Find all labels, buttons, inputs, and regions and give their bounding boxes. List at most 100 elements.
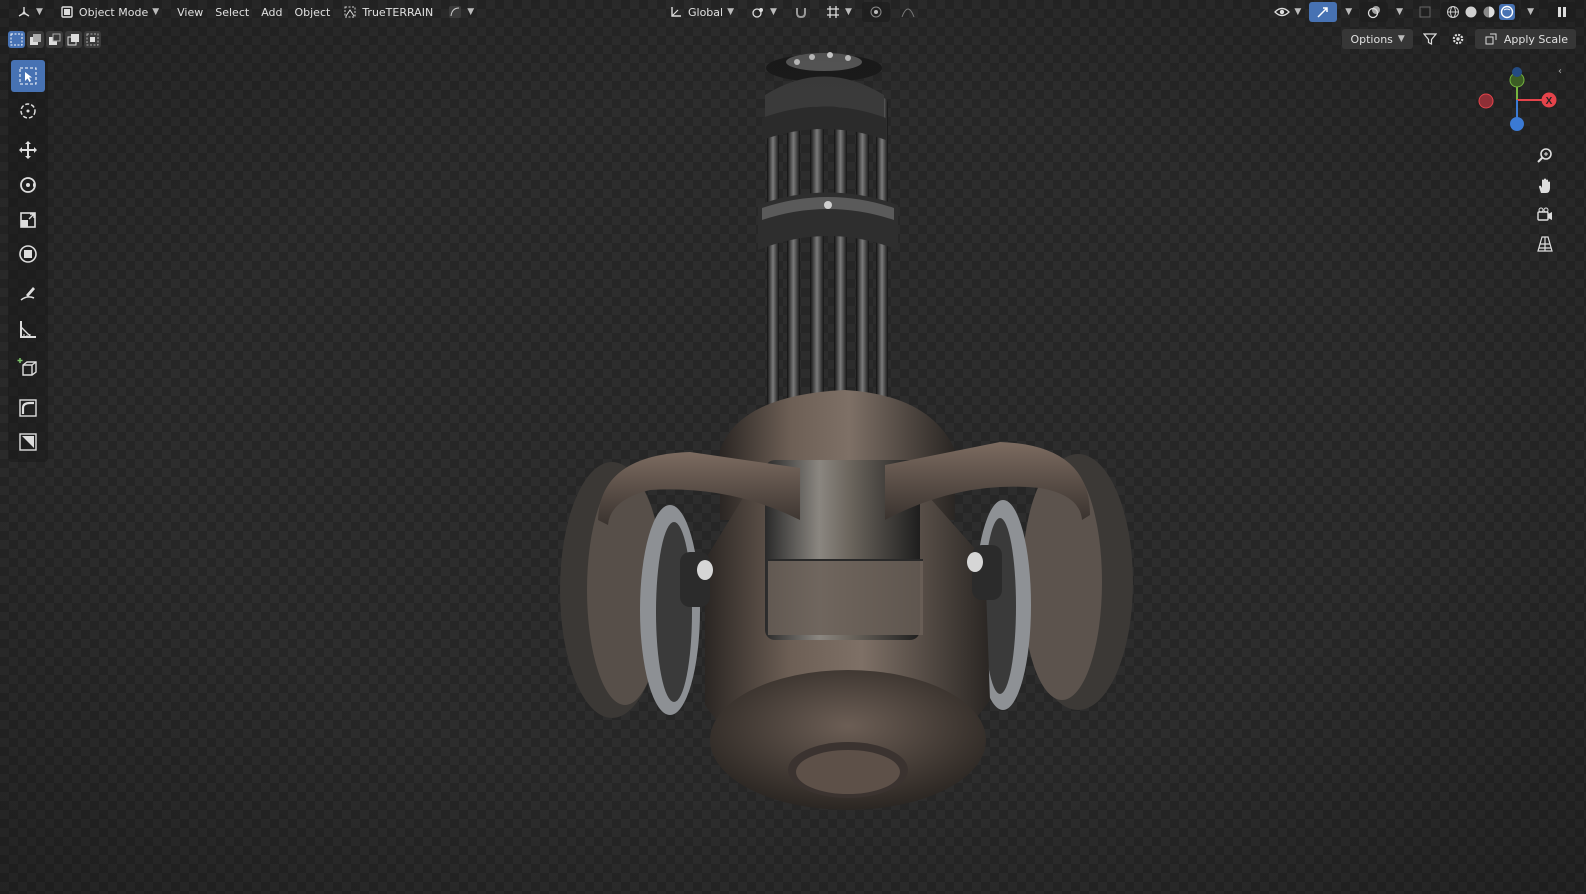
mode-selector[interactable]: Object Mode ▼ xyxy=(53,2,165,22)
orientation-global-icon xyxy=(668,4,684,20)
terrain-addon-icon xyxy=(342,4,358,20)
chevron-down-icon: ▼ xyxy=(727,7,735,17)
apply-scale-label: Apply Scale xyxy=(1503,32,1568,46)
scale-tool[interactable] xyxy=(11,204,45,236)
magnet-icon xyxy=(793,4,809,20)
falloff-curve-icon xyxy=(900,4,916,20)
mode-label: Object Mode xyxy=(78,5,149,19)
select-new-icon[interactable] xyxy=(8,30,25,48)
snap-toggle[interactable] xyxy=(787,2,815,22)
apply-scale-button[interactable]: Apply Scale xyxy=(1474,29,1576,49)
snap-grid-icon xyxy=(825,4,841,20)
sidebar-toggle-icon[interactable]: ‹ xyxy=(1558,66,1562,77)
annotate-tool[interactable] xyxy=(11,278,45,310)
apply-scale-icon xyxy=(1483,31,1499,47)
move-icon xyxy=(19,141,37,159)
chevron-down-icon: ▼ xyxy=(1397,34,1405,44)
extra-tool[interactable] xyxy=(11,426,45,458)
transform-icon xyxy=(19,245,37,263)
gizmo-toggle-icon xyxy=(1315,4,1331,20)
annotate-icon xyxy=(20,287,35,301)
snap-target-selector[interactable]: ▼ xyxy=(819,2,858,22)
menu-add[interactable]: Add xyxy=(255,2,288,22)
terrain-options-dropdown[interactable]: ▼ xyxy=(441,2,480,22)
menu-view[interactable]: View xyxy=(171,2,209,22)
zoom-icon xyxy=(1537,148,1552,163)
select-box-icon xyxy=(19,67,37,85)
chevron-down-icon: ▼ xyxy=(1294,7,1302,17)
chevron-down-icon: ▼ xyxy=(844,7,852,17)
shear-tool[interactable] xyxy=(11,392,45,424)
move-tool[interactable] xyxy=(11,134,45,166)
menu-object[interactable]: Object xyxy=(288,2,336,22)
select-intersect-icon[interactable] xyxy=(84,30,101,48)
minigun-model[interactable] xyxy=(0,0,1586,894)
pause-icon xyxy=(1554,4,1570,20)
trueterrain-button[interactable]: TrueTERRAIN xyxy=(336,2,439,22)
select-extend-icon[interactable] xyxy=(27,30,44,48)
tool-shelf xyxy=(8,58,48,462)
extra-tool-icon xyxy=(19,433,37,451)
cursor-tool[interactable] xyxy=(11,95,45,127)
chevron-down-icon: ▼ xyxy=(152,7,160,17)
solid-shading-icon[interactable] xyxy=(1463,4,1479,20)
add-cube-tool[interactable] xyxy=(11,352,45,384)
visibility-dropdown[interactable]: ▼ xyxy=(1268,2,1307,22)
options-dropdown[interactable]: Options ▼ xyxy=(1342,29,1413,49)
measure-icon xyxy=(20,321,36,338)
visibility-icon xyxy=(1274,4,1291,20)
add-cube-icon xyxy=(17,358,37,376)
gizmo-toggle[interactable] xyxy=(1309,2,1338,22)
orientation-label: Global xyxy=(688,5,724,19)
select-invert-icon[interactable] xyxy=(65,30,82,48)
rotate-tool[interactable] xyxy=(11,169,45,201)
pivot-icon xyxy=(750,4,766,20)
editor-type-selector[interactable]: ▼ xyxy=(10,2,49,22)
overlay-dropdown[interactable]: ▼ xyxy=(1390,2,1409,22)
view3d-editor-icon xyxy=(16,4,32,20)
shading-mode-group xyxy=(1441,2,1520,22)
header-row-right: Options ▼ Apply Scale xyxy=(1342,28,1576,50)
chevron-down-icon: ▼ xyxy=(467,7,475,17)
transform-orientation-selector[interactable]: Global ▼ xyxy=(662,2,740,22)
rotate-icon xyxy=(20,177,36,193)
selection-mode-group xyxy=(8,29,101,49)
measure-tool[interactable] xyxy=(11,313,45,345)
transform-tool[interactable] xyxy=(11,238,45,270)
x-axis-label: X xyxy=(1546,96,1553,107)
select-subtract-icon[interactable] xyxy=(46,30,63,48)
zoom-button[interactable] xyxy=(1532,143,1558,169)
camera-view-button[interactable] xyxy=(1532,202,1558,228)
menu-select[interactable]: Select xyxy=(209,2,255,22)
rendered-shading-icon[interactable] xyxy=(1499,4,1516,20)
gear-icon[interactable] xyxy=(1447,29,1469,49)
object-mode-icon xyxy=(59,4,75,20)
chevron-down-icon: ▼ xyxy=(1396,7,1404,17)
scale-icon xyxy=(20,212,36,228)
negative-z-axis-handle xyxy=(1512,67,1522,77)
negative-x-axis-handle xyxy=(1478,93,1494,109)
chevron-down-icon: ▼ xyxy=(36,7,43,17)
gizmo-dropdown[interactable]: ▼ xyxy=(1339,2,1358,22)
overlay-toggle[interactable] xyxy=(1360,2,1389,22)
camera-icon xyxy=(1537,207,1552,221)
perspective-toggle-button[interactable] xyxy=(1532,231,1558,257)
xray-toggle[interactable] xyxy=(1411,2,1439,22)
pause-render-button[interactable] xyxy=(1548,2,1576,22)
hand-icon xyxy=(1539,178,1550,193)
wireframe-shading-icon[interactable] xyxy=(1445,4,1461,20)
chevron-down-icon: ▼ xyxy=(1345,7,1353,17)
select-box-tool[interactable] xyxy=(11,60,45,92)
filter-icon[interactable] xyxy=(1419,29,1441,49)
cursor-icon xyxy=(20,103,36,119)
viewport-header: ▼ Object Mode ▼ View Select Add Object T… xyxy=(0,0,1586,24)
proportional-falloff-selector[interactable] xyxy=(894,2,922,22)
shading-dropdown[interactable]: ▼ xyxy=(1521,2,1540,22)
pan-button[interactable] xyxy=(1532,173,1558,199)
pivot-point-selector[interactable]: ▼ xyxy=(744,2,783,22)
shear-icon xyxy=(19,399,37,417)
material-shading-icon[interactable] xyxy=(1481,4,1497,20)
navigation-gizmo[interactable]: X xyxy=(1470,65,1565,140)
proportional-edit-toggle[interactable] xyxy=(861,2,890,22)
grid-perspective-icon xyxy=(1537,236,1553,252)
